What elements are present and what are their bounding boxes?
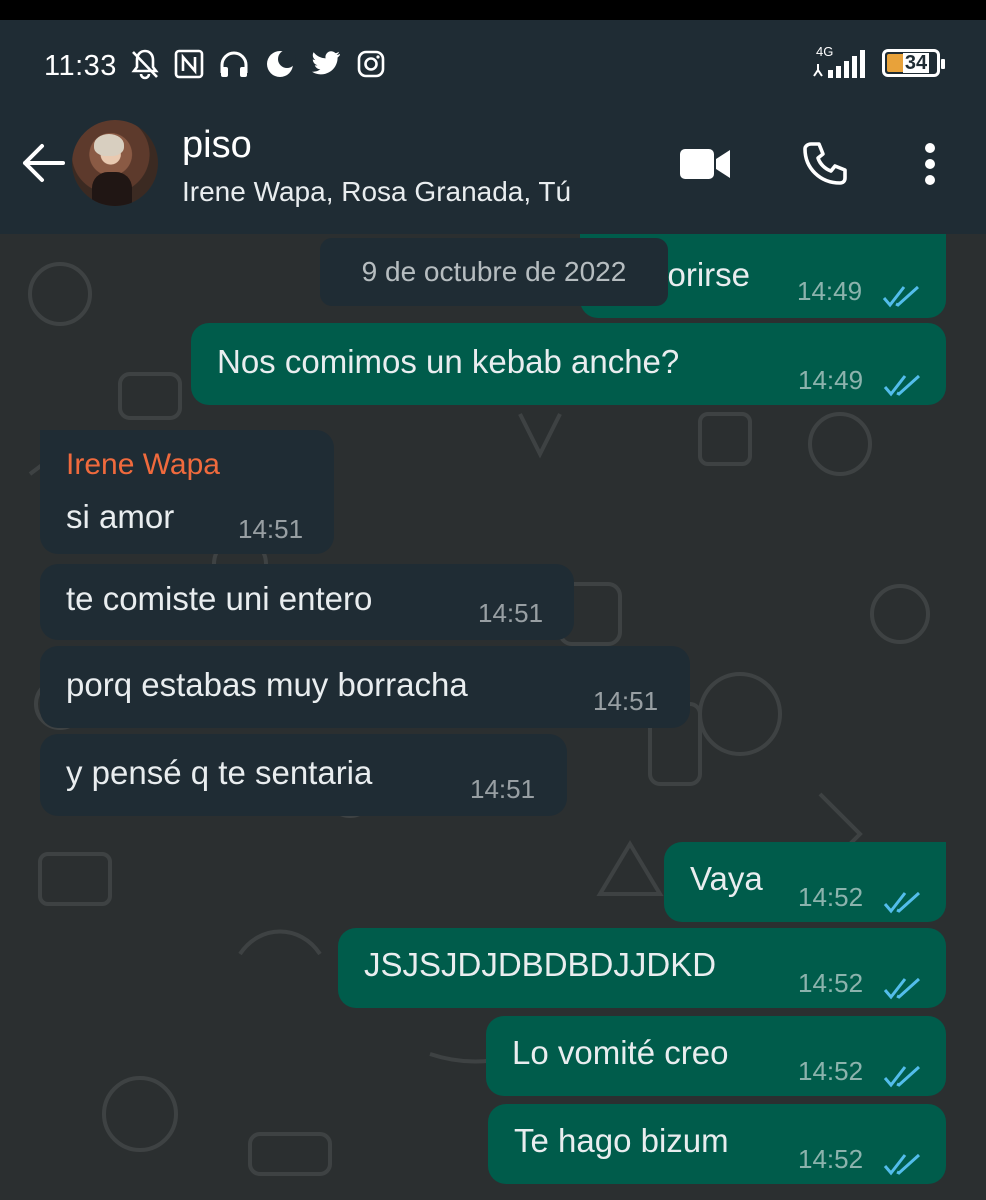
- message-text: Vaya: [690, 860, 763, 897]
- message-incoming[interactable]: porq estabas muy borracha 14:51: [40, 646, 690, 728]
- message-outgoing[interactable]: Nos comimos un kebab anche? 14:49: [191, 323, 946, 405]
- signal-icon: 4G: [812, 44, 870, 80]
- message-outgoing[interactable]: Lo vomité creo 14:52: [486, 1016, 946, 1096]
- message-incoming[interactable]: te comiste uni entero 14:51: [40, 564, 574, 640]
- message-text: si amor: [66, 498, 175, 535]
- message-time: 14:51: [470, 774, 536, 804]
- nfc-icon: [174, 49, 204, 79]
- message-time: 14:52: [798, 968, 864, 998]
- message-time: 14:51: [593, 686, 659, 716]
- message-time: 14:52: [798, 1144, 864, 1174]
- headphones-icon: [218, 49, 250, 79]
- status-bar: 11:33 4G 34: [0, 20, 986, 110]
- read-ticks-icon: [882, 278, 924, 316]
- chat-header: piso Irene Wapa, Rosa Granada, Tú: [0, 110, 986, 234]
- message-text: te comiste uni entero: [66, 580, 373, 617]
- status-time: 11:33: [44, 50, 117, 82]
- read-ticks-icon: [883, 884, 925, 922]
- read-ticks-icon: [883, 1146, 925, 1184]
- message-text: Lo vomité creo: [512, 1034, 729, 1071]
- status-right-group: 4G 34: [812, 44, 945, 80]
- chat-title[interactable]: piso: [182, 124, 252, 167]
- message-incoming[interactable]: Irene Wapa si amor 14:51: [40, 430, 334, 554]
- message-text: y pensé q te sentaria: [66, 754, 373, 791]
- message-text: Nos comimos un kebab anche?: [217, 343, 680, 380]
- message-time: 14:52: [798, 1056, 864, 1086]
- chat-message-area[interactable]: morirse 14:49 9 de octubre de 2022 Nos c…: [0, 234, 986, 1200]
- message-time: 14:52: [798, 882, 864, 912]
- read-ticks-icon: [883, 367, 925, 405]
- message-time: 14:49: [797, 276, 863, 306]
- video-call-icon[interactable]: [678, 146, 732, 187]
- bell-muted-icon: [130, 48, 160, 80]
- arrow-left-icon[interactable]: [20, 140, 66, 191]
- moon-icon: [264, 48, 296, 80]
- date-separator: 9 de octubre de 2022: [320, 238, 668, 306]
- message-outgoing[interactable]: Vaya 14:52: [664, 842, 946, 922]
- message-outgoing[interactable]: JSJSJDJDBDBDJJDKD 14:52: [338, 928, 946, 1008]
- message-text: porq estabas muy borracha: [66, 666, 468, 703]
- group-avatar[interactable]: [72, 120, 158, 206]
- battery-icon: 34: [882, 49, 945, 77]
- status-notification-icons: [130, 48, 386, 80]
- message-incoming[interactable]: y pensé q te sentaria 14:51: [40, 734, 567, 816]
- message-time: 14:51: [478, 598, 544, 628]
- message-text: JSJSJDJDBDBDJJDKD: [364, 946, 717, 983]
- read-ticks-icon: [883, 1058, 925, 1096]
- message-time: 14:51: [238, 514, 304, 544]
- message-text: Te hago bizum: [514, 1122, 729, 1159]
- phone-icon[interactable]: [800, 140, 848, 193]
- message-sender[interactable]: Irene Wapa: [66, 448, 220, 482]
- top-black-strip: [0, 0, 986, 20]
- more-vert-icon[interactable]: [920, 142, 940, 191]
- twitter-icon: [310, 50, 342, 78]
- battery-level: 34: [902, 52, 930, 74]
- message-outgoing[interactable]: Te hago bizum 14:52: [488, 1104, 946, 1184]
- message-time: 14:49: [798, 365, 864, 395]
- instagram-icon: [356, 49, 386, 79]
- chat-participants[interactable]: Irene Wapa, Rosa Granada, Tú: [182, 176, 571, 208]
- read-ticks-icon: [883, 970, 925, 1008]
